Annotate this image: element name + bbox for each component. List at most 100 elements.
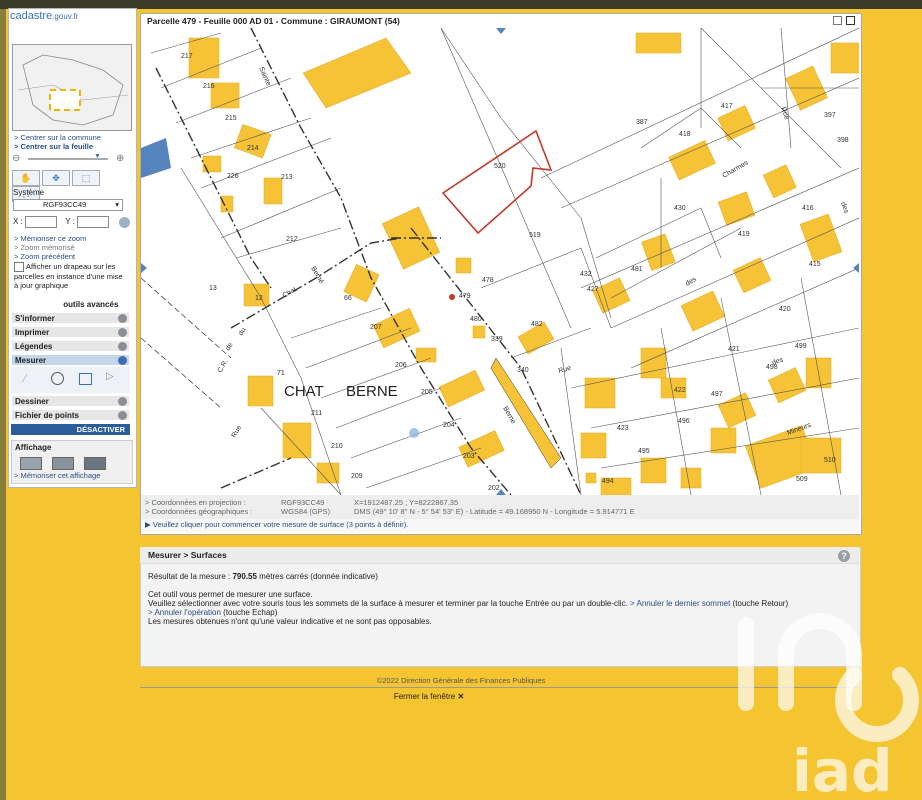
menu-dessiner[interactable]: Dessiner [11, 395, 130, 407]
display-mode-3-icon[interactable] [84, 457, 106, 470]
memo-zoom-link[interactable]: > Mémoriser ce zoom [14, 234, 86, 243]
cancel-op-link[interactable]: > Annuler l'opération [148, 608, 221, 617]
display-mode-1-icon[interactable] [20, 457, 42, 470]
menu-label: S'informer [15, 314, 55, 323]
memo-affichage-link[interactable]: > Mémoriser cet affichage [14, 471, 100, 480]
menu-informer[interactable]: S'informer [11, 312, 130, 324]
logo[interactable]: cadastre.gouv.fr [10, 10, 78, 22]
menu-imprimer[interactable]: Imprimer [11, 326, 130, 338]
street-label: C.R. [217, 358, 230, 374]
parcel-label: 494 [602, 478, 614, 485]
place-name-2: BERNE [346, 383, 398, 400]
parcel-label: 510 [824, 457, 836, 464]
menu-label: Fichier de points [15, 411, 80, 420]
center-commune-link[interactable]: > Centrer sur la commune [14, 133, 101, 142]
y-input[interactable] [77, 216, 110, 228]
parcel-label: 206 [395, 362, 407, 369]
parcel-label: 509 [796, 476, 808, 483]
menu-legendes[interactable]: Légendes [11, 340, 130, 352]
desactiver-button[interactable]: DÉSACTIVER [11, 424, 130, 435]
parcel-label: 215 [225, 115, 237, 122]
tab-advanced[interactable]: outils avancés [63, 300, 118, 309]
overview-minimap[interactable] [12, 44, 132, 131]
street-label: Berné [309, 266, 324, 286]
street-label: du [238, 327, 248, 337]
parcel-marker [449, 294, 455, 300]
measure-tools: ⁄ ▷ [11, 367, 130, 393]
zoom-box-icon[interactable]: ⬚ [72, 170, 100, 186]
measure-surface-icon[interactable] [79, 373, 92, 385]
street-label: Charmes [722, 159, 751, 180]
cancel-last-link[interactable]: > Annuler le dernier sommet [630, 599, 730, 608]
parcel-label: 419 [738, 231, 750, 238]
parcel-label: 209 [351, 473, 363, 480]
coordinates-bar: > Coordonnées en projection : RGF93CC49 … [141, 495, 859, 519]
parcel-label: 202 [488, 485, 500, 492]
flag-text-3: à jour graphique [14, 281, 69, 290]
map-canvas[interactable]: 217 216 215 214 226 213 212 13 12 66 207 206 205 204 2… [141, 28, 859, 495]
close-label: Fermer la fenêtre [393, 692, 456, 701]
zoom-out-icon[interactable]: ⊖ [12, 153, 20, 164]
parcel-label: 479 [459, 293, 471, 300]
cadastral-map[interactable]: 217 216 215 214 226 213 212 13 12 66 207 206 205 204 2… [141, 28, 859, 495]
systeme-select[interactable]: RGF93CC49 ▾ [13, 199, 123, 211]
x-label: X : [13, 217, 23, 227]
parcel-label: 211 [311, 410, 322, 417]
parcel-label: 519 [529, 232, 541, 239]
measure-line2: Veuillez sélectionner avec votre souris … [148, 599, 788, 608]
close-icon[interactable]: ✕ [457, 692, 464, 701]
logo-tld: .gouv.fr [52, 12, 79, 21]
parcel-label: 340 [517, 367, 529, 374]
menu-mesurer[interactable]: Mesurer [11, 354, 130, 366]
measure-angle-icon[interactable]: ▷ [106, 371, 114, 382]
x-input[interactable] [25, 216, 58, 228]
street-label: Rue [558, 365, 572, 375]
street-label: Chat [282, 286, 298, 299]
zoom-memo-link[interactable]: > Zoom mémorisé [14, 243, 75, 252]
systeme-label: Système [13, 188, 45, 197]
flag-option[interactable]: Afficher un drapeau sur les parcelles en… [14, 262, 123, 290]
menu-label: Légendes [15, 342, 53, 351]
street-label: des [771, 356, 784, 367]
result-value: 790.55 [232, 572, 257, 581]
iad-watermark: iad [738, 613, 919, 800]
measure-line-icon[interactable]: ⁄ [24, 373, 26, 385]
menu-fichier-points[interactable]: Fichier de points [11, 409, 130, 421]
help-icon[interactable]: ? [838, 550, 850, 562]
measure-circle-icon[interactable] [51, 372, 64, 385]
zoom-prev-link[interactable]: > Zoom précédent [14, 252, 75, 261]
street-label: Rue [231, 424, 244, 439]
pan-hand-icon[interactable]: ✋ [12, 170, 40, 186]
maximize-icon[interactable] [846, 16, 855, 25]
tab-simple[interactable]: outils simples [13, 300, 61, 309]
center-feuille-link[interactable]: > Centrer sur la feuille [14, 142, 93, 151]
slider-thumb[interactable]: ▼ [94, 153, 101, 160]
zoom-in-icon[interactable]: ⊕ [116, 153, 124, 164]
parcel-label: 478 [482, 277, 494, 284]
arrow-icon [118, 356, 127, 365]
arrow-icon [118, 314, 127, 323]
parcel-label: 204 [443, 422, 455, 429]
parcel-label: 207 [370, 324, 382, 331]
buildings [188, 32, 859, 495]
measure-result: Résultat de la mesure : 790.55 mètres ca… [148, 572, 378, 581]
move-icon[interactable]: ✥ [42, 170, 70, 186]
parcel-label: 13 [209, 285, 217, 292]
parcel-label: 499 [795, 343, 807, 350]
affichage-box: Affichage > Mémoriser cet affichage [11, 440, 133, 484]
parcel-label: 66 [344, 295, 352, 302]
parcel-label: 422 [674, 387, 686, 394]
parcel-label: 387 [636, 119, 648, 126]
parcel-label: 216 [203, 83, 215, 90]
locate-icon[interactable] [119, 216, 131, 228]
selected-parcel-520[interactable] [441, 129, 553, 235]
parcel-label: 12 [255, 295, 263, 302]
display-mode-2-icon[interactable] [52, 457, 74, 470]
parcel-label: 71 [277, 370, 285, 377]
zoom-slider[interactable]: ⊖ ▼ ⊕ [12, 152, 130, 168]
flag-checkbox[interactable] [14, 262, 24, 272]
restore-icon[interactable] [833, 16, 842, 25]
proj-label: > Coordonnées en projection : [145, 498, 246, 507]
parcel-label: 496 [678, 418, 690, 425]
geo-values: DMS (49° 10' 8" N - 5° 54' 53" E) - Lati… [354, 507, 635, 516]
